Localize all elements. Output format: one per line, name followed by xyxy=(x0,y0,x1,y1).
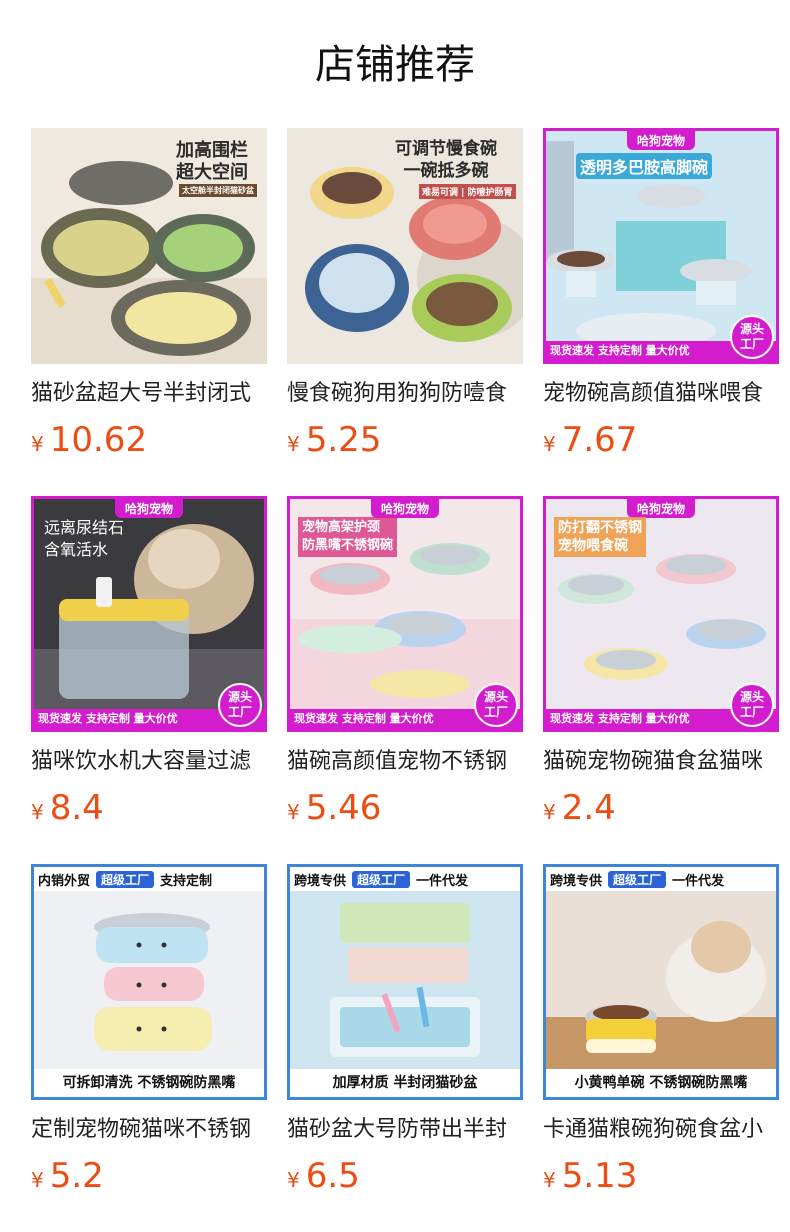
product-price: ¥8.4 xyxy=(31,786,267,830)
product-card[interactable]: 跨境专供 超级工厂 一件代发 加厚材质 半封闭猫砂盆 猫砂盆大号防带出半封 ¥6… xyxy=(287,864,523,1232)
product-card[interactable]: 哈狗宠物 远离尿结石 含氧活水 现货速发 支持定制 量大价优 源头 工厂 猫咪饮… xyxy=(31,496,267,864)
product-card[interactable]: 内销外贸 超级工厂 支持定制 可拆卸清洗 不锈钢碗防黑嘴 定制宠物碗猫咪不锈钢 … xyxy=(31,864,267,1232)
page-title: 店铺推荐 xyxy=(315,42,475,88)
currency-symbol: ¥ xyxy=(31,800,44,824)
product-name[interactable]: 猫咪饮水机大容量过滤 xyxy=(31,746,267,778)
image-tagbar: 内销外贸 超级工厂 支持定制 xyxy=(34,867,264,891)
image-headline: 防打翻不锈钢 宠物喂食碗 xyxy=(554,517,646,557)
product-card[interactable]: 哈狗宠物 防打翻不锈钢 宠物喂食碗 现货速发 支持定制 量大价优 源头 工厂 猫… xyxy=(543,496,779,864)
price-amount: 8.4 xyxy=(49,788,104,828)
brand-banner: 哈狗宠物 xyxy=(626,131,696,150)
image-headline: 可调节慢食碗 一碗抵多碗 xyxy=(395,139,497,181)
super-factory-tag: 超级工厂 xyxy=(352,870,411,888)
image-headline: 远离尿结石 含氧活水 xyxy=(44,518,125,559)
currency-symbol: ¥ xyxy=(31,432,44,456)
product-name[interactable]: 猫碗高颜值宠物不锈钢 xyxy=(287,746,523,778)
product-image[interactable]: 跨境专供 超级工厂 一件代发 小黄鸭单碗 不锈钢碗防黑嘴 xyxy=(543,864,779,1100)
image-tagbar: 跨境专供 超级工厂 一件代发 xyxy=(290,867,520,891)
brand-banner: 哈狗宠物 xyxy=(114,499,184,518)
product-name[interactable]: 猫砂盆大号防带出半封 xyxy=(287,1114,523,1146)
super-factory-tag: 超级工厂 xyxy=(608,870,667,888)
product-image[interactable]: 哈狗宠物 远离尿结石 含氧活水 现货速发 支持定制 量大价优 源头 工厂 xyxy=(31,496,267,732)
source-factory-badge: 源头 工厂 xyxy=(730,683,774,727)
product-card[interactable]: 可调节慢食碗 一碗抵多碗 难易可调 | 防噎护肠胃 慢食碗狗用狗狗防噎食 ¥5.… xyxy=(287,128,523,496)
product-image[interactable]: 可调节慢食碗 一碗抵多碗 难易可调 | 防噎护肠胃 xyxy=(287,128,523,364)
product-image[interactable]: 哈狗宠物 透明多巴胺高脚碗 现货速发 支持定制 量大价优 源头 工厂 xyxy=(543,128,779,364)
source-factory-badge: 源头 工厂 xyxy=(218,683,262,727)
price-amount: 2.4 xyxy=(561,788,616,828)
currency-symbol: ¥ xyxy=(543,432,556,456)
image-footer: 加厚材质 半封闭猫砂盆 xyxy=(290,1069,520,1097)
currency-symbol: ¥ xyxy=(287,432,300,456)
image-tag: 跨境专供 xyxy=(550,873,603,889)
product-price: ¥5.13 xyxy=(543,1154,779,1198)
price-amount: 6.5 xyxy=(305,1156,360,1196)
source-factory-badge: 源头 工厂 xyxy=(730,315,774,359)
product-price: ¥5.2 xyxy=(31,1154,267,1198)
product-name[interactable]: 宠物碗高颜值猫咪喂食 xyxy=(543,378,779,410)
image-tag: 一件代发 xyxy=(416,873,469,889)
super-factory-tag: 超级工厂 xyxy=(96,870,155,888)
product-image[interactable]: 加高围栏 超大空间 太空舱半封闭猫砂盆 xyxy=(31,128,267,364)
brand-banner: 哈狗宠物 xyxy=(626,499,696,518)
image-headline: 加高围栏 超大空间 xyxy=(176,140,248,183)
image-subtitle: 太空舱半封闭猫砂盆 xyxy=(179,184,257,197)
product-price: ¥7.67 xyxy=(543,418,779,462)
product-price: ¥5.46 xyxy=(287,786,523,830)
currency-symbol: ¥ xyxy=(287,1168,300,1192)
currency-symbol: ¥ xyxy=(543,1168,556,1192)
product-price: ¥10.62 xyxy=(31,418,267,462)
currency-symbol: ¥ xyxy=(287,800,300,824)
product-grid: 加高围栏 超大空间 太空舱半封闭猫砂盆 猫砂盆超大号半封闭式 ¥10.62 可调… xyxy=(31,128,779,1232)
image-tag: 内销外贸 xyxy=(38,873,91,889)
product-name[interactable]: 慢食碗狗用狗狗防噎食 xyxy=(287,378,523,410)
image-tag: 支持定制 xyxy=(160,873,213,889)
product-card[interactable]: 跨境专供 超级工厂 一件代发 小黄鸭单碗 不锈钢碗防黑嘴 卡通猫粮碗狗碗食盆小 … xyxy=(543,864,779,1232)
product-card[interactable]: 哈狗宠物 宠物高架护颈 防黑嘴不锈钢碗 现货速发 支持定制 量大价优 源头 工厂… xyxy=(287,496,523,864)
product-image[interactable]: 跨境专供 超级工厂 一件代发 加厚材质 半封闭猫砂盆 xyxy=(287,864,523,1100)
price-amount: 10.62 xyxy=(49,420,148,460)
product-card[interactable]: 加高围栏 超大空间 太空舱半封闭猫砂盆 猫砂盆超大号半封闭式 ¥10.62 xyxy=(31,128,267,496)
price-amount: 5.13 xyxy=(561,1156,638,1196)
price-amount: 5.46 xyxy=(305,788,382,828)
product-name[interactable]: 卡通猫粮碗狗碗食盆小 xyxy=(543,1114,779,1146)
product-image[interactable]: 哈狗宠物 宠物高架护颈 防黑嘴不锈钢碗 现货速发 支持定制 量大价优 源头 工厂 xyxy=(287,496,523,732)
price-amount: 5.25 xyxy=(305,420,382,460)
source-factory-badge: 源头 工厂 xyxy=(474,683,518,727)
product-image[interactable]: 内销外贸 超级工厂 支持定制 可拆卸清洗 不锈钢碗防黑嘴 xyxy=(31,864,267,1100)
price-amount: 5.2 xyxy=(49,1156,104,1196)
currency-symbol: ¥ xyxy=(543,800,556,824)
product-name[interactable]: 定制宠物碗猫咪不锈钢 xyxy=(31,1114,267,1146)
product-price: ¥2.4 xyxy=(543,786,779,830)
product-name[interactable]: 猫砂盆超大号半封闭式 xyxy=(31,378,267,410)
image-subtitle: 难易可调 | 防噎护肠胃 xyxy=(419,184,516,199)
image-headline: 透明多巴胺高脚碗 xyxy=(576,153,713,179)
image-headline: 宠物高架护颈 防黑嘴不锈钢碗 xyxy=(298,517,398,557)
product-price: ¥6.5 xyxy=(287,1154,523,1198)
product-card[interactable]: 哈狗宠物 透明多巴胺高脚碗 现货速发 支持定制 量大价优 源头 工厂 宠物碗高颜… xyxy=(543,128,779,496)
product-name[interactable]: 猫碗宠物碗猫食盆猫咪 xyxy=(543,746,779,778)
currency-symbol: ¥ xyxy=(31,1168,44,1192)
image-tagbar: 跨境专供 超级工厂 一件代发 xyxy=(546,867,776,891)
image-tag: 跨境专供 xyxy=(294,873,347,889)
brand-banner: 哈狗宠物 xyxy=(370,499,440,518)
price-amount: 7.67 xyxy=(561,420,638,460)
product-price: ¥5.25 xyxy=(287,418,523,462)
product-image[interactable]: 哈狗宠物 防打翻不锈钢 宠物喂食碗 现货速发 支持定制 量大价优 源头 工厂 xyxy=(543,496,779,732)
image-footer: 小黄鸭单碗 不锈钢碗防黑嘴 xyxy=(546,1069,776,1097)
image-tag: 一件代发 xyxy=(672,873,725,889)
image-footer: 可拆卸清洗 不锈钢碗防黑嘴 xyxy=(34,1069,264,1097)
